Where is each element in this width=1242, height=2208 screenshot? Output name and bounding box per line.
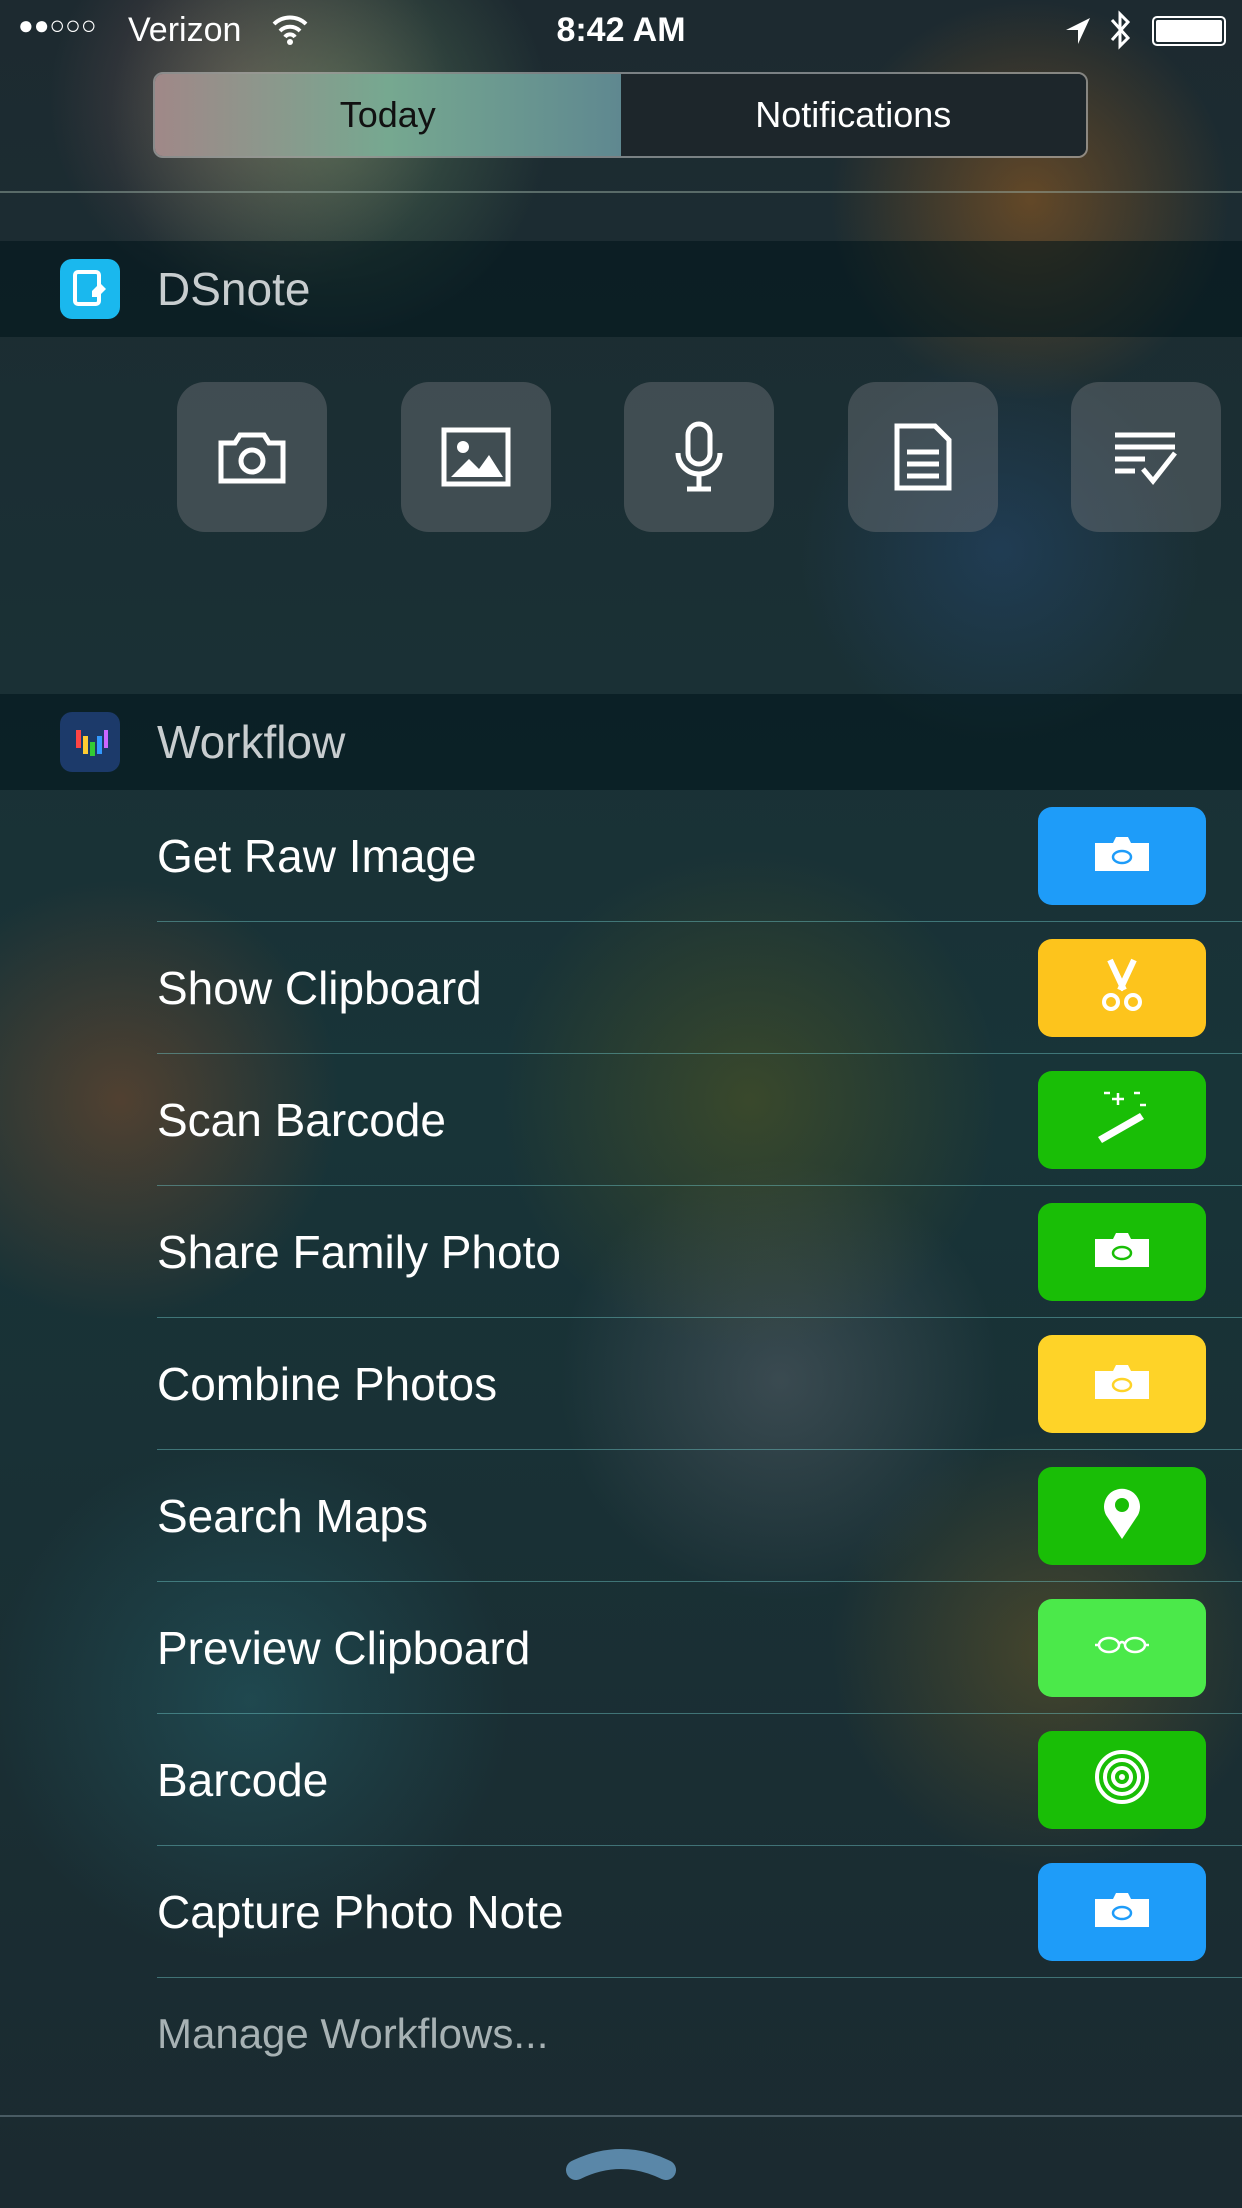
dsnote-microphone-button[interactable]: [624, 382, 774, 532]
run-workflow-button[interactable]: [1038, 1334, 1206, 1433]
dsnote-note-button[interactable]: [848, 382, 998, 532]
workflow-label: Barcode: [157, 1753, 329, 1806]
manage-workflows-link[interactable]: Manage Workflows...: [157, 2010, 548, 2058]
image-icon: [441, 427, 511, 487]
run-workflow-button[interactable]: [1038, 1202, 1206, 1301]
target-icon: [1094, 1749, 1150, 1810]
camera-icon: [218, 432, 286, 484]
tab-notifications[interactable]: Notifications: [620, 74, 1086, 156]
camera-icon: [1095, 1363, 1149, 1404]
divider: [0, 191, 1242, 193]
dsnote-widget-header[interactable]: DSnote: [0, 241, 1242, 337]
workflow-title: Workflow: [157, 716, 346, 768]
workflow-row[interactable]: Search Maps: [157, 1450, 1242, 1582]
dsnote-image-button[interactable]: [401, 382, 551, 532]
battery-icon: [1152, 16, 1226, 46]
camera-icon: [1095, 1231, 1149, 1272]
workflow-label: Preview Clipboard: [157, 1621, 531, 1674]
divider: [0, 2115, 1242, 2117]
checklist-icon: [1115, 432, 1177, 485]
workflow-row[interactable]: Show Clipboard: [157, 922, 1242, 1054]
tab-today[interactable]: Today: [155, 74, 621, 156]
run-workflow-button[interactable]: [1038, 1466, 1206, 1565]
workflow-widget-header[interactable]: Workflow: [0, 694, 1242, 790]
dsnote-title: DSnote: [157, 263, 311, 315]
workflow-label: Get Raw Image: [157, 829, 477, 882]
workflow-row[interactable]: Barcode: [157, 1714, 1242, 1846]
clock: 8:42 AM: [556, 11, 686, 49]
workflow-row[interactable]: Share Family Photo: [157, 1186, 1242, 1318]
run-workflow-button[interactable]: [1038, 806, 1206, 905]
magic-wand-icon: [1094, 1089, 1150, 1150]
run-workflow-button[interactable]: [1038, 1070, 1206, 1169]
bluetooth-icon: [1110, 10, 1131, 50]
run-workflow-button[interactable]: [1038, 1730, 1206, 1829]
workflow-label: Search Maps: [157, 1489, 429, 1542]
location-icon: [1066, 18, 1090, 44]
pull-handle-chevron-icon[interactable]: [566, 2140, 676, 2180]
map-pin-icon: [1102, 1487, 1142, 1544]
run-workflow-button[interactable]: [1038, 1598, 1206, 1697]
run-workflow-button[interactable]: [1038, 938, 1206, 1037]
workflow-label: Scan Barcode: [157, 1093, 446, 1146]
workflow-label: Show Clipboard: [157, 961, 482, 1014]
scissors-icon: [1102, 958, 1142, 1017]
glasses-icon: [1095, 1635, 1149, 1660]
dsnote-app-icon: [60, 259, 120, 319]
camera-icon: [1095, 835, 1149, 876]
workflow-row[interactable]: Get Raw Image: [157, 790, 1242, 922]
status-bar: ●●○○○ Verizon 8:42 AM: [0, 0, 1242, 62]
camera-icon: [1095, 1891, 1149, 1932]
workflow-row[interactable]: Preview Clipboard: [157, 1582, 1242, 1714]
run-workflow-button[interactable]: [1038, 1862, 1206, 1961]
workflow-label: Combine Photos: [157, 1357, 498, 1410]
microphone-icon: [675, 421, 723, 492]
dsnote-checklist-button[interactable]: [1071, 382, 1221, 532]
workflow-row[interactable]: Combine Photos: [157, 1318, 1242, 1450]
workflow-row[interactable]: Capture Photo Note: [157, 1846, 1242, 1978]
dsnote-camera-button[interactable]: [177, 382, 327, 532]
workflow-label: Share Family Photo: [157, 1225, 561, 1278]
note-icon: [894, 423, 952, 491]
workflow-label: Capture Photo Note: [157, 1885, 564, 1938]
segmented-control: Today Notifications: [153, 72, 1088, 158]
workflow-app-icon: [60, 712, 120, 772]
workflow-row[interactable]: Scan Barcode: [157, 1054, 1242, 1186]
